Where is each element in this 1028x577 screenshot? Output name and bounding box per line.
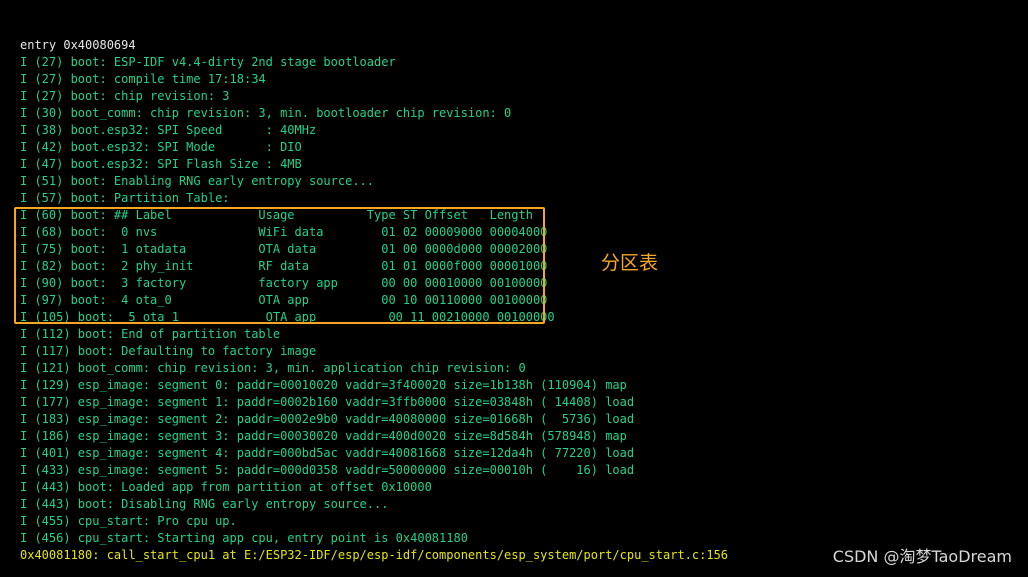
log-line: 0x40081180: call_start_cpu1 at E:/ESP32-… <box>20 548 729 562</box>
log-line: entry 0x40080694 <box>20 38 136 52</box>
log-line: I (443) boot: Disabling RNG early entrop… <box>20 497 389 511</box>
log-line: I (129) esp_image: segment 0: paddr=0001… <box>20 378 627 392</box>
log-line: I (112) boot: End of partition table <box>20 327 281 341</box>
log-line: I (401) esp_image: segment 4: paddr=000b… <box>20 446 635 460</box>
watermark: CSDN @淘梦TaoDream <box>832 547 1012 566</box>
log-line: I (186) esp_image: segment 3: paddr=0003… <box>20 429 627 443</box>
log-line: I (456) cpu_start: Starting app cpu, ent… <box>20 531 468 545</box>
terminal-output[interactable]: entry 0x40080694 I (27) boot: ESP-IDF v4.… <box>0 0 1028 577</box>
log-line: I (47) boot.esp32: SPI Flash Size : 4MB <box>20 157 302 171</box>
log-line: I (443) boot: Loaded app from partition … <box>20 480 432 494</box>
log-line: I (117) boot: Defaulting to factory imag… <box>20 344 317 358</box>
log-line: I (27) boot: chip revision: 3 <box>20 89 230 103</box>
partition-table-highlight <box>14 207 545 324</box>
log-line: I (455) cpu_start: Pro cpu up. <box>20 514 237 528</box>
log-line: I (183) esp_image: segment 2: paddr=0002… <box>20 412 635 426</box>
log-line: I (57) boot: Partition Table: <box>20 191 230 205</box>
log-line: I (30) boot_comm: chip revision: 3, min.… <box>20 106 512 120</box>
log-line: I (27) boot: ESP-IDF v4.4-dirty 2nd stag… <box>20 55 396 69</box>
log-line: I (177) esp_image: segment 1: paddr=0002… <box>20 395 635 409</box>
log-line: I (433) esp_image: segment 5: paddr=000d… <box>20 463 635 477</box>
log-line: I (42) boot.esp32: SPI Mode : DIO <box>20 140 302 154</box>
log-line: I (51) boot: Enabling RNG early entropy … <box>20 174 375 188</box>
partition-table-annotation: 分区表 <box>601 252 659 274</box>
log-line: I (121) boot_comm: chip revision: 3, min… <box>20 361 526 375</box>
log-line: I (38) boot.esp32: SPI Speed : 40MHz <box>20 123 317 137</box>
log-line: I (27) boot: compile time 17:18:34 <box>20 72 266 86</box>
